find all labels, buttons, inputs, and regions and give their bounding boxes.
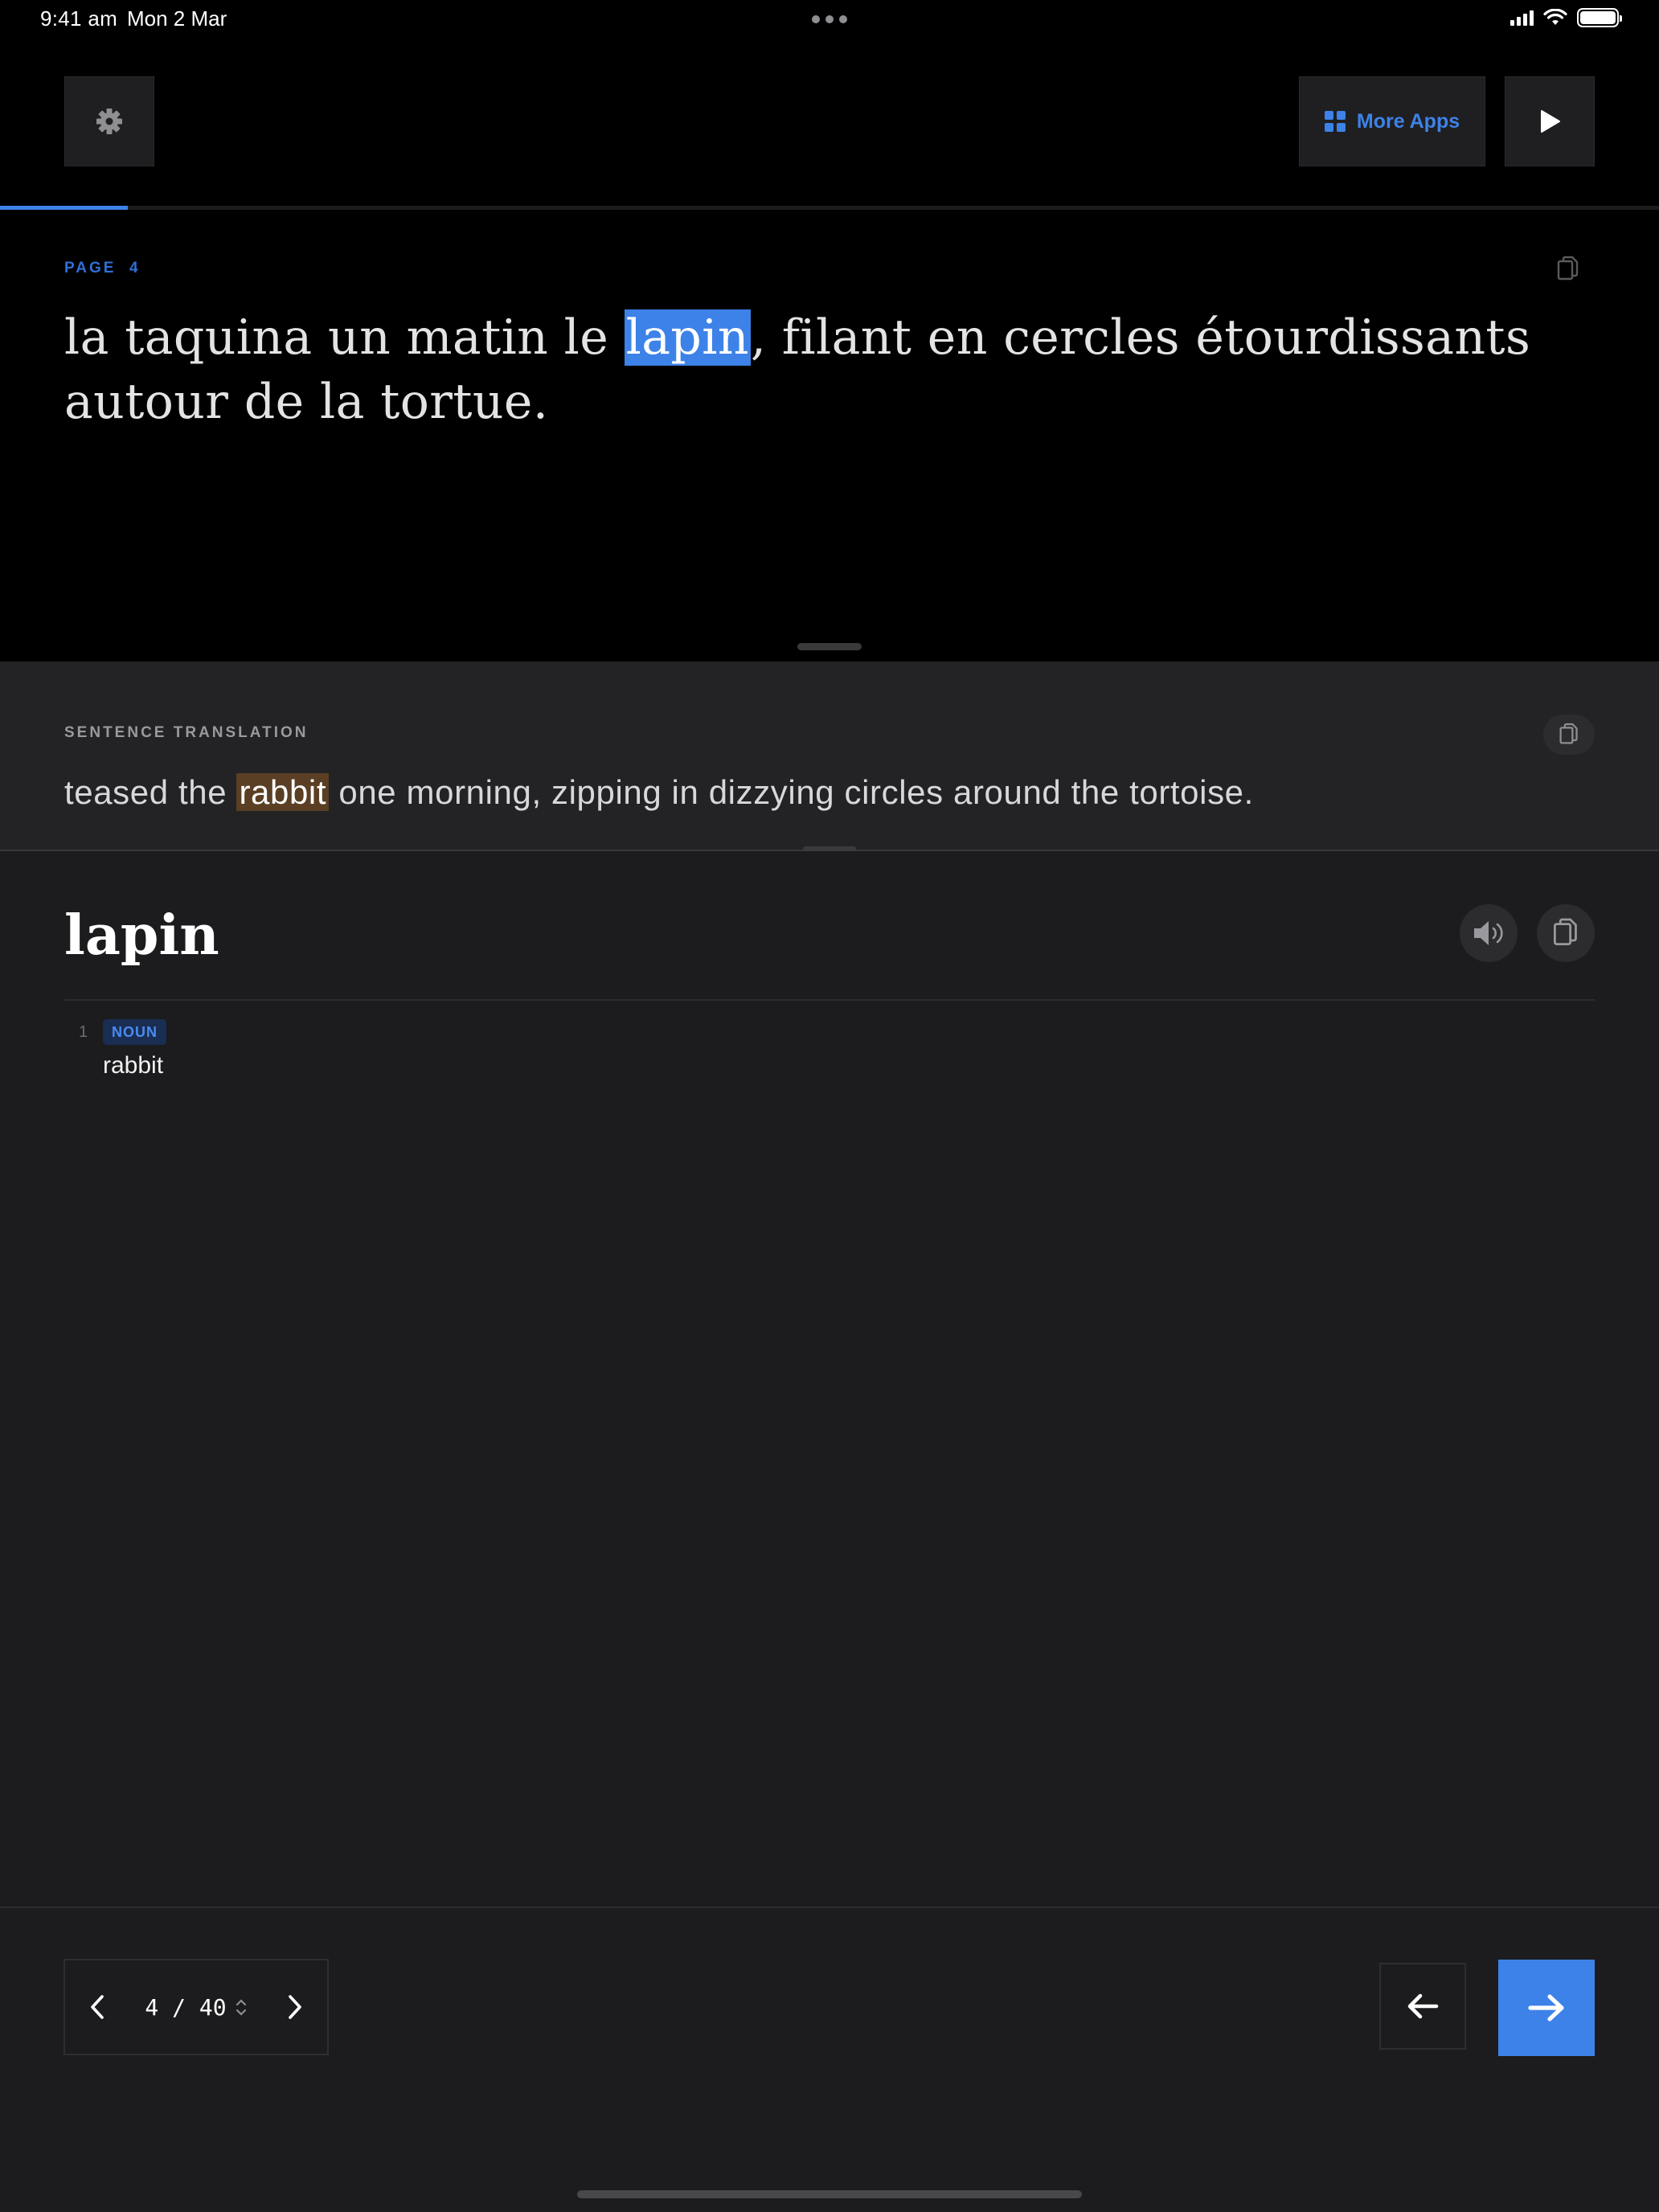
play-icon: [1541, 110, 1560, 133]
status-time: 9:41 am: [40, 6, 118, 31]
chevron-up-down-icon: [235, 1998, 248, 2017]
translation-section-label: SENTENCE TRANSLATION: [64, 724, 309, 741]
gear-icon: [96, 109, 122, 134]
translation-panel: SENTENCE TRANSLATION teased the rabbit o…: [0, 662, 1659, 851]
next-sentence-button[interactable]: [1498, 1960, 1595, 2056]
dictionary-divider: [64, 999, 1595, 1001]
translation-text-after: one morning, zipping in dizzying circles…: [329, 773, 1254, 811]
chevron-right-icon: [289, 1995, 301, 2019]
translation-sentence: teased the rabbit one morning, zipping i…: [64, 766, 1254, 819]
pronounce-button[interactable]: [1460, 904, 1518, 962]
speaker-icon: [1474, 921, 1503, 945]
sense-definition: rabbit: [103, 1052, 164, 1079]
arrow-right-icon: [1528, 1994, 1564, 2022]
copy-icon: [1559, 723, 1578, 744]
home-indicator[interactable]: [577, 2190, 1082, 2198]
apps-grid-icon: [1324, 111, 1346, 132]
headword: lapin: [64, 903, 219, 968]
source-sentence[interactable]: la taquina un matin le lapin, filant en …: [64, 305, 1591, 434]
status-indicators: [1510, 8, 1622, 27]
more-apps-button[interactable]: More Apps: [1299, 76, 1485, 166]
copy-icon: [1557, 256, 1579, 281]
copy-icon: [1554, 918, 1577, 945]
copy-word-button[interactable]: [1537, 904, 1595, 962]
previous-sentence-button[interactable]: [1379, 1963, 1466, 2050]
copy-translation-button[interactable]: [1543, 715, 1595, 755]
more-apps-label: More Apps: [1356, 109, 1460, 133]
translated-word-highlight: rabbit: [236, 773, 330, 811]
footer-divider: [0, 1907, 1659, 1908]
next-page-button[interactable]: [263, 1960, 327, 2054]
play-button[interactable]: [1505, 76, 1595, 166]
panel-drag-handle[interactable]: [797, 643, 862, 650]
page-label: PAGE 4: [64, 260, 141, 276]
previous-page-button[interactable]: [65, 1960, 129, 2054]
sense-number: 1: [79, 1023, 88, 1041]
chevron-left-icon: [91, 1995, 104, 2019]
source-text-before[interactable]: la taquina un matin le: [64, 309, 625, 366]
translation-text-before: teased the: [64, 773, 237, 811]
battery-icon: [1577, 8, 1622, 27]
status-date: Mon 2 Mar: [127, 6, 227, 31]
reading-progress-fill: [0, 206, 128, 210]
multitasking-dots-icon[interactable]: [812, 15, 847, 23]
cellular-signal-icon: [1510, 10, 1534, 26]
arrow-left-icon: [1407, 1993, 1439, 2019]
page-selector: 4 / 40: [63, 1959, 329, 2055]
selected-word[interactable]: lapin: [624, 309, 751, 366]
reading-progress-bar: [0, 206, 1659, 210]
page-indicator[interactable]: 4 / 40: [129, 1994, 263, 2021]
app-screen: 9:41 am Mon 2 Mar More Apps PAGE 4 la ta…: [0, 0, 1659, 2212]
status-bar: 9:41 am Mon 2 Mar: [0, 0, 1659, 39]
page-count-label: 4 / 40: [145, 1993, 227, 2021]
dictionary-panel: lapin 1 NOUN rabbit 4 / 40: [0, 851, 1659, 2212]
copy-page-button[interactable]: [1556, 256, 1580, 285]
wifi-icon: [1543, 9, 1567, 25]
settings-button[interactable]: [64, 76, 154, 166]
part-of-speech-badge: NOUN: [103, 1019, 166, 1045]
